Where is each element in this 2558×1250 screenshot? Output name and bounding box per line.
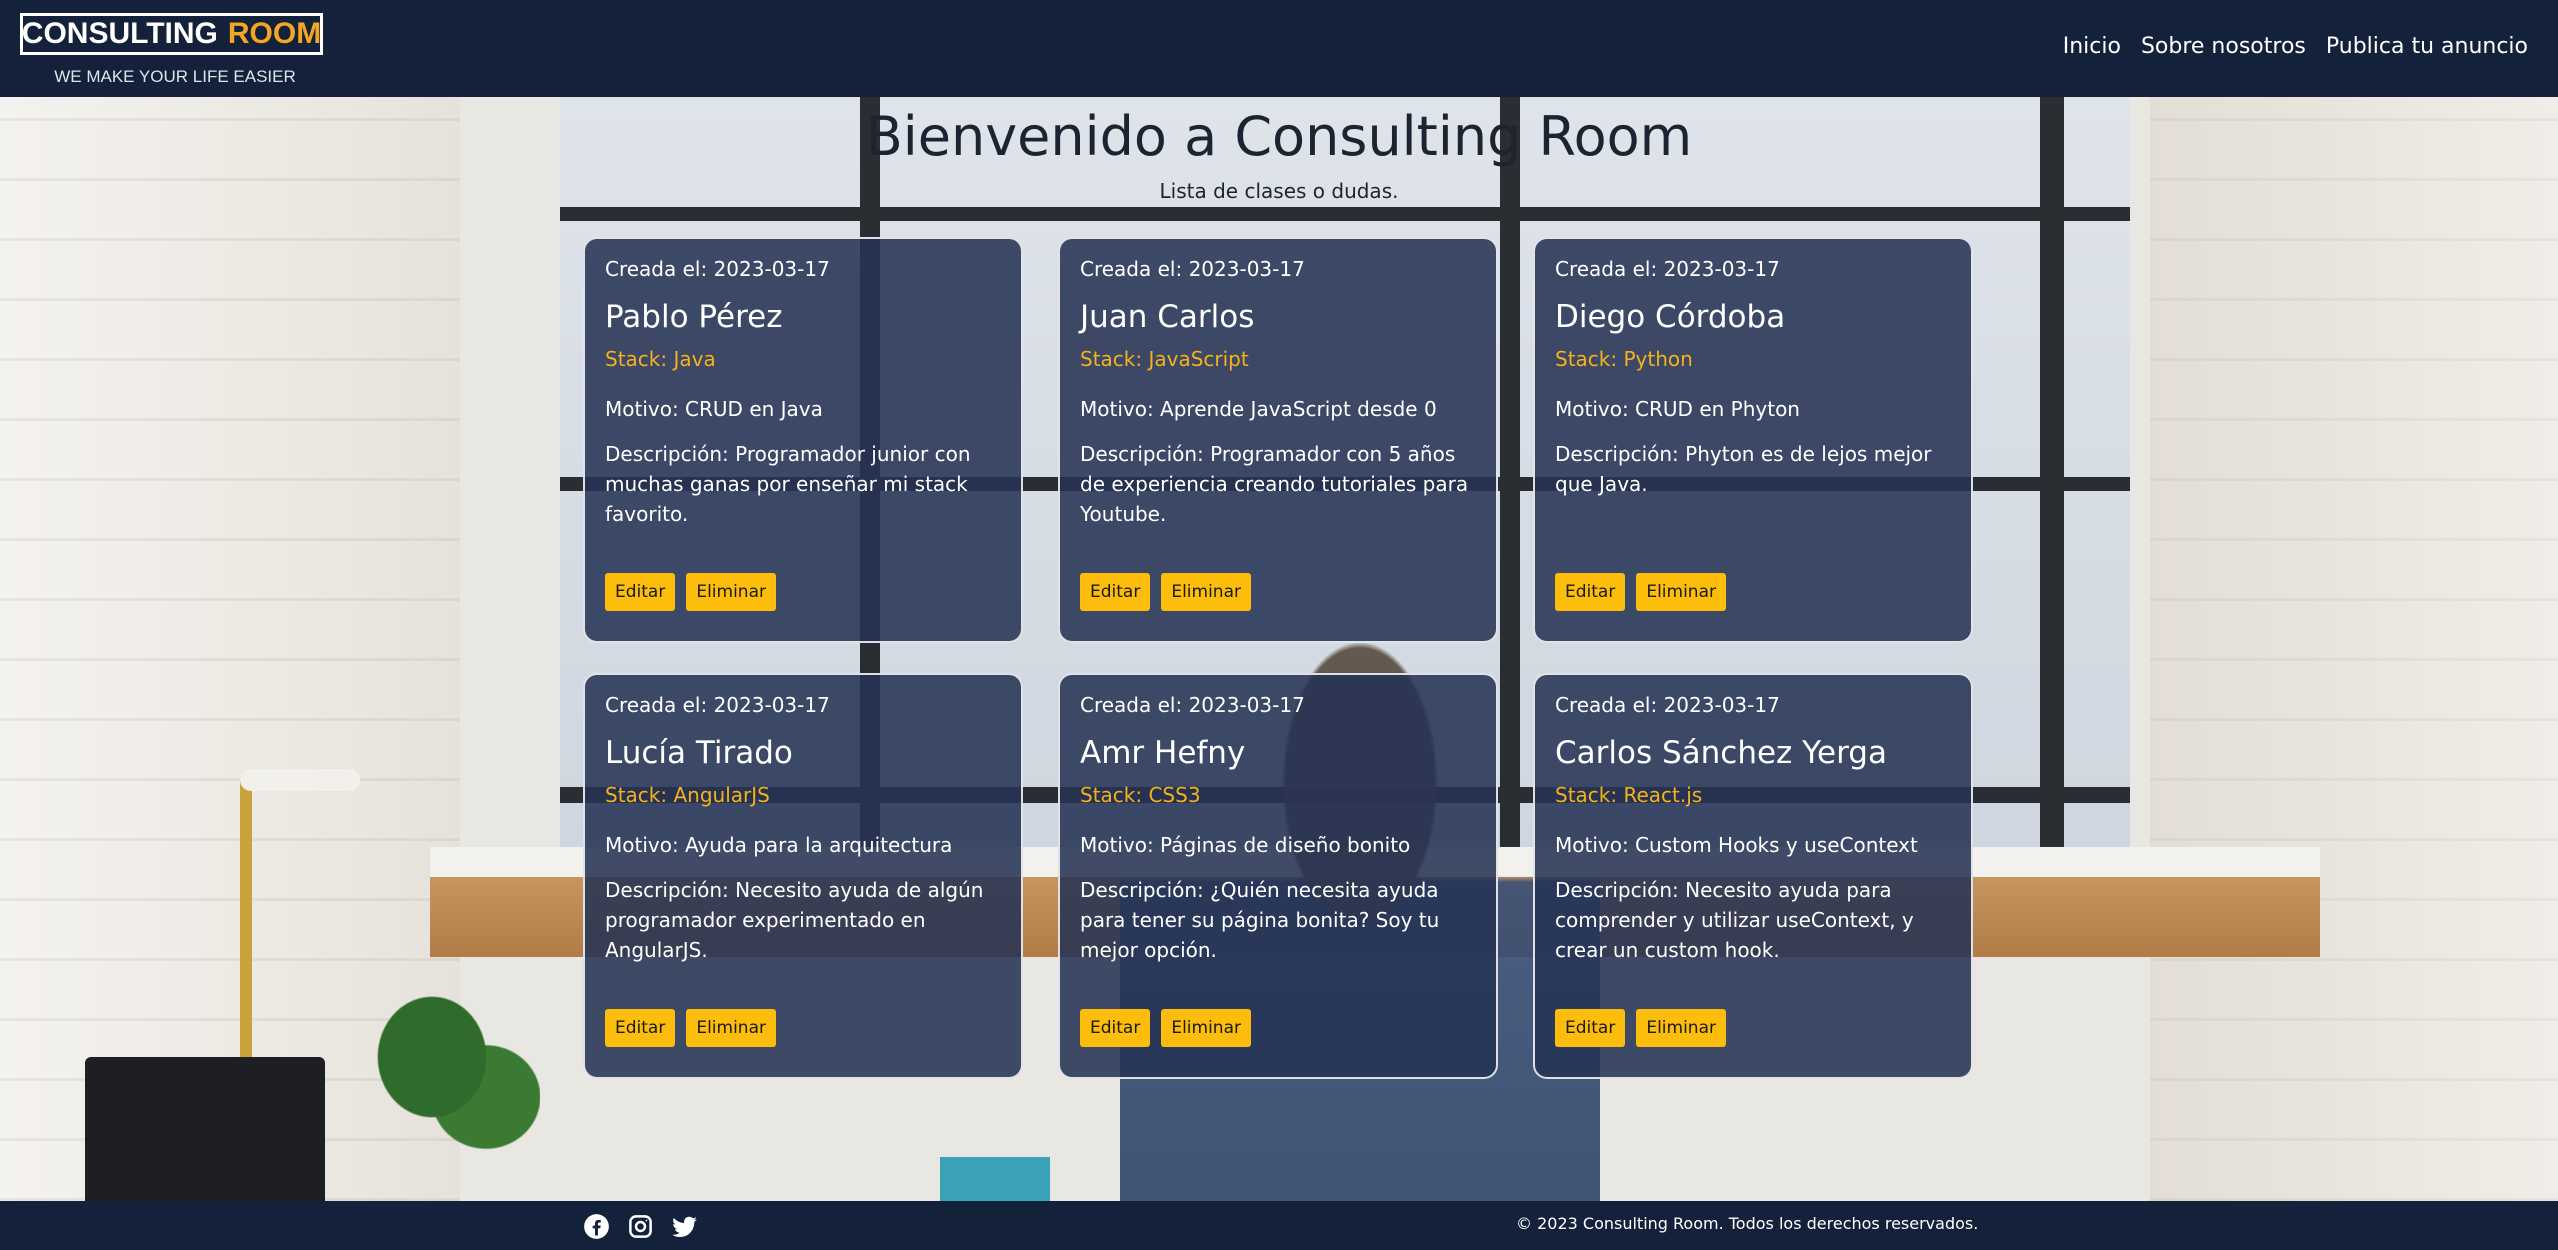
card-name: Amr Hefny: [1080, 735, 1246, 771]
instagram-icon[interactable]: [627, 1213, 654, 1240]
class-card: Creada el: 2023-03-17 Lucía Tirado Stack…: [583, 673, 1023, 1079]
delete-button[interactable]: Eliminar: [1161, 1009, 1251, 1047]
edit-button[interactable]: Editar: [1555, 1009, 1626, 1047]
card-stack: Stack: Python: [1555, 347, 1693, 371]
card-date: Creada el: 2023-03-17: [1080, 257, 1305, 281]
site-footer: © 2023 Consulting Room. Todos los derech…: [0, 1201, 2558, 1250]
cards-grid: Creada el: 2023-03-17 Pablo Pérez Stack:…: [583, 237, 1973, 1079]
twitter-icon[interactable]: [671, 1213, 698, 1240]
site-logo[interactable]: CONSULTING ROOM: [20, 13, 323, 55]
card-description: Descripción: Programador con 5 años de e…: [1080, 442, 1469, 526]
logo-accent-text: ROOM: [227, 17, 322, 50]
card-motivo: Motivo: Aprende JavaScript desde 0: [1080, 397, 1437, 421]
delete-button[interactable]: Eliminar: [1636, 573, 1726, 611]
class-card: Creada el: 2023-03-17 Carlos Sánchez Yer…: [1533, 673, 1973, 1079]
card-actions: Editar Eliminar: [605, 573, 776, 611]
facebook-icon[interactable]: [583, 1213, 610, 1240]
card-stack: Stack: Java: [605, 347, 716, 371]
card-date: Creada el: 2023-03-17: [1555, 693, 1780, 717]
delete-button[interactable]: Eliminar: [1161, 573, 1251, 611]
class-card: Creada el: 2023-03-17 Pablo Pérez Stack:…: [583, 237, 1023, 643]
card-date: Creada el: 2023-03-17: [1555, 257, 1780, 281]
class-card: Creada el: 2023-03-17 Juan Carlos Stack:…: [1058, 237, 1498, 643]
nav-link-inicio[interactable]: Inicio: [2063, 34, 2121, 59]
edit-button[interactable]: Editar: [1555, 573, 1626, 611]
edit-button[interactable]: Editar: [1080, 573, 1151, 611]
card-stack: Stack: React.js: [1555, 783, 1703, 807]
nav-link-publica-anuncio[interactable]: Publica tu anuncio: [2326, 34, 2528, 59]
delete-button[interactable]: Eliminar: [686, 573, 776, 611]
card-date: Creada el: 2023-03-17: [605, 693, 830, 717]
card-motivo: Motivo: Custom Hooks y useContext: [1555, 833, 1918, 857]
card-motivo: Motivo: CRUD en Phyton: [1555, 397, 1800, 421]
logo-main-text: CONSULTING: [21, 17, 218, 50]
card-description: Descripción: ¿Quién necesita ayuda para …: [1080, 878, 1440, 962]
card-motivo: Motivo: CRUD en Java: [605, 397, 823, 421]
card-name: Juan Carlos: [1080, 299, 1255, 335]
card-name: Diego Córdoba: [1555, 299, 1786, 335]
site-header: CONSULTING ROOM WE MAKE YOUR LIFE EASIER…: [0, 0, 2558, 97]
card-motivo: Motivo: Páginas de diseño bonito: [1080, 833, 1411, 857]
delete-button[interactable]: Eliminar: [686, 1009, 776, 1047]
card-name: Pablo Pérez: [605, 299, 783, 335]
card-stack: Stack: AngularJS: [605, 783, 770, 807]
social-links: [583, 1213, 698, 1240]
page-subtitle: Lista de clases o dudas.: [1159, 179, 1399, 203]
edit-button[interactable]: Editar: [1080, 1009, 1151, 1047]
card-motivo: Motivo: Ayuda para la arquitectura: [605, 833, 953, 857]
edit-button[interactable]: Editar: [605, 573, 676, 611]
card-description: Descripción: Programador junior con much…: [605, 442, 971, 526]
page-title: Bienvenido a Consulting Room: [865, 105, 1693, 168]
class-card: Creada el: 2023-03-17 Amr Hefny Stack: C…: [1058, 673, 1498, 1079]
card-date: Creada el: 2023-03-17: [605, 257, 830, 281]
class-card: Creada el: 2023-03-17 Diego Córdoba Stac…: [1533, 237, 1973, 643]
card-date: Creada el: 2023-03-17: [1080, 693, 1305, 717]
card-actions: Editar Eliminar: [1080, 1009, 1251, 1047]
card-actions: Editar Eliminar: [1080, 573, 1251, 611]
main-nav: Inicio Sobre nosotros Publica tu anuncio: [2063, 34, 2528, 59]
card-actions: Editar Eliminar: [1555, 573, 1726, 611]
card-name: Carlos Sánchez Yerga: [1555, 735, 1887, 771]
site-tagline: WE MAKE YOUR LIFE EASIER: [54, 67, 296, 86]
card-description: Descripción: Necesito ayuda para compren…: [1555, 878, 1914, 962]
edit-button[interactable]: Editar: [605, 1009, 676, 1047]
card-stack: Stack: JavaScript: [1080, 347, 1249, 371]
card-description: Descripción: Phyton es de lejos mejor qu…: [1555, 442, 1932, 496]
copyright-text: © 2023 Consulting Room. Todos los derech…: [1516, 1214, 1979, 1233]
main-content: Bienvenido a Consulting Room Lista de cl…: [0, 97, 2558, 1201]
delete-button[interactable]: Eliminar: [1636, 1009, 1726, 1047]
card-actions: Editar Eliminar: [1555, 1009, 1726, 1047]
nav-link-sobre-nosotros[interactable]: Sobre nosotros: [2141, 34, 2306, 59]
card-name: Lucía Tirado: [605, 735, 793, 771]
card-stack: Stack: CSS3: [1080, 783, 1201, 807]
card-description: Descripción: Necesito ayuda de algún pro…: [605, 878, 984, 962]
card-actions: Editar Eliminar: [605, 1009, 776, 1047]
